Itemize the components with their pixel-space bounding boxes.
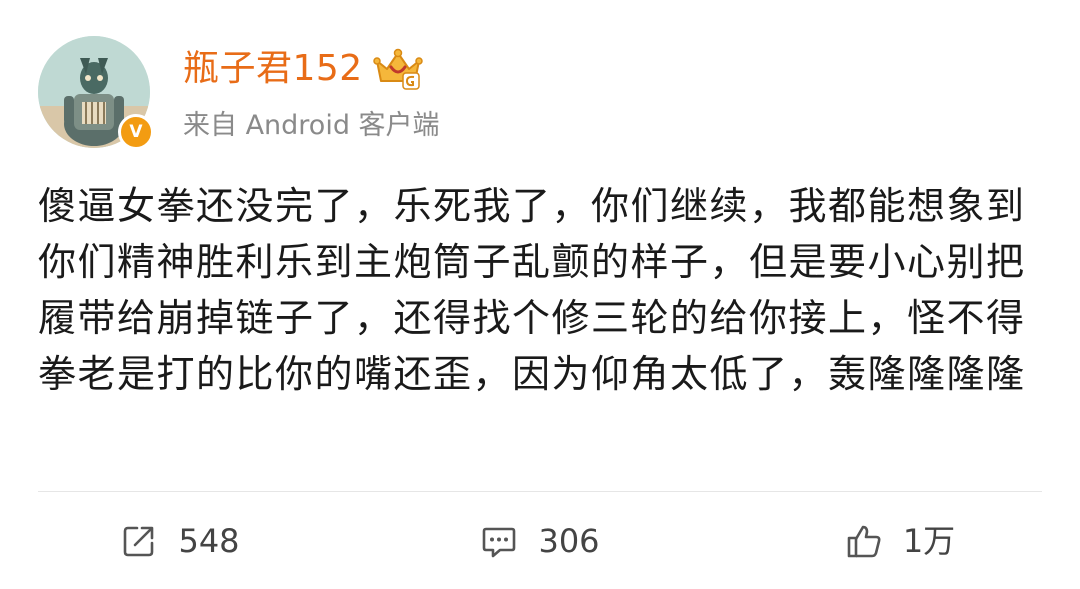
like-count: 1万 [902, 521, 956, 560]
repost-count: 548 [178, 521, 240, 560]
post-actions: 548 306 1万 [0, 492, 1080, 589]
comment-count: 306 [538, 521, 600, 560]
crown-vip-icon[interactable] [372, 47, 423, 91]
repost-button[interactable]: 548 [0, 492, 360, 589]
author-name-row: 瓶子君152 [183, 44, 423, 94]
post-text: 傻逼女拳还没完了，乐死我了，你们继续，我都能想象到你们精神胜利乐到主炮筒子乱颤的… [38, 184, 1026, 396]
author-name[interactable]: 瓶子君152 [183, 44, 363, 94]
author-avatar[interactable]: V [38, 36, 154, 150]
weibo-post-card: V 瓶子君152 来自 Android 客户端 傻逼女拳还没完了，乐死我了，你们… [0, 0, 1080, 589]
post-source: 来自 Android 客户端 [183, 110, 440, 141]
post-header: V 瓶子君152 来自 Android 客户端 [38, 36, 1038, 156]
thumbs-up-icon [847, 525, 881, 557]
like-button[interactable]: 1万 [720, 492, 1080, 589]
comment-button[interactable]: 306 [360, 492, 720, 589]
share-icon [124, 526, 154, 556]
comment-icon [483, 527, 516, 557]
verified-v-icon: V [118, 114, 154, 150]
verified-badge-label: V [129, 122, 143, 142]
